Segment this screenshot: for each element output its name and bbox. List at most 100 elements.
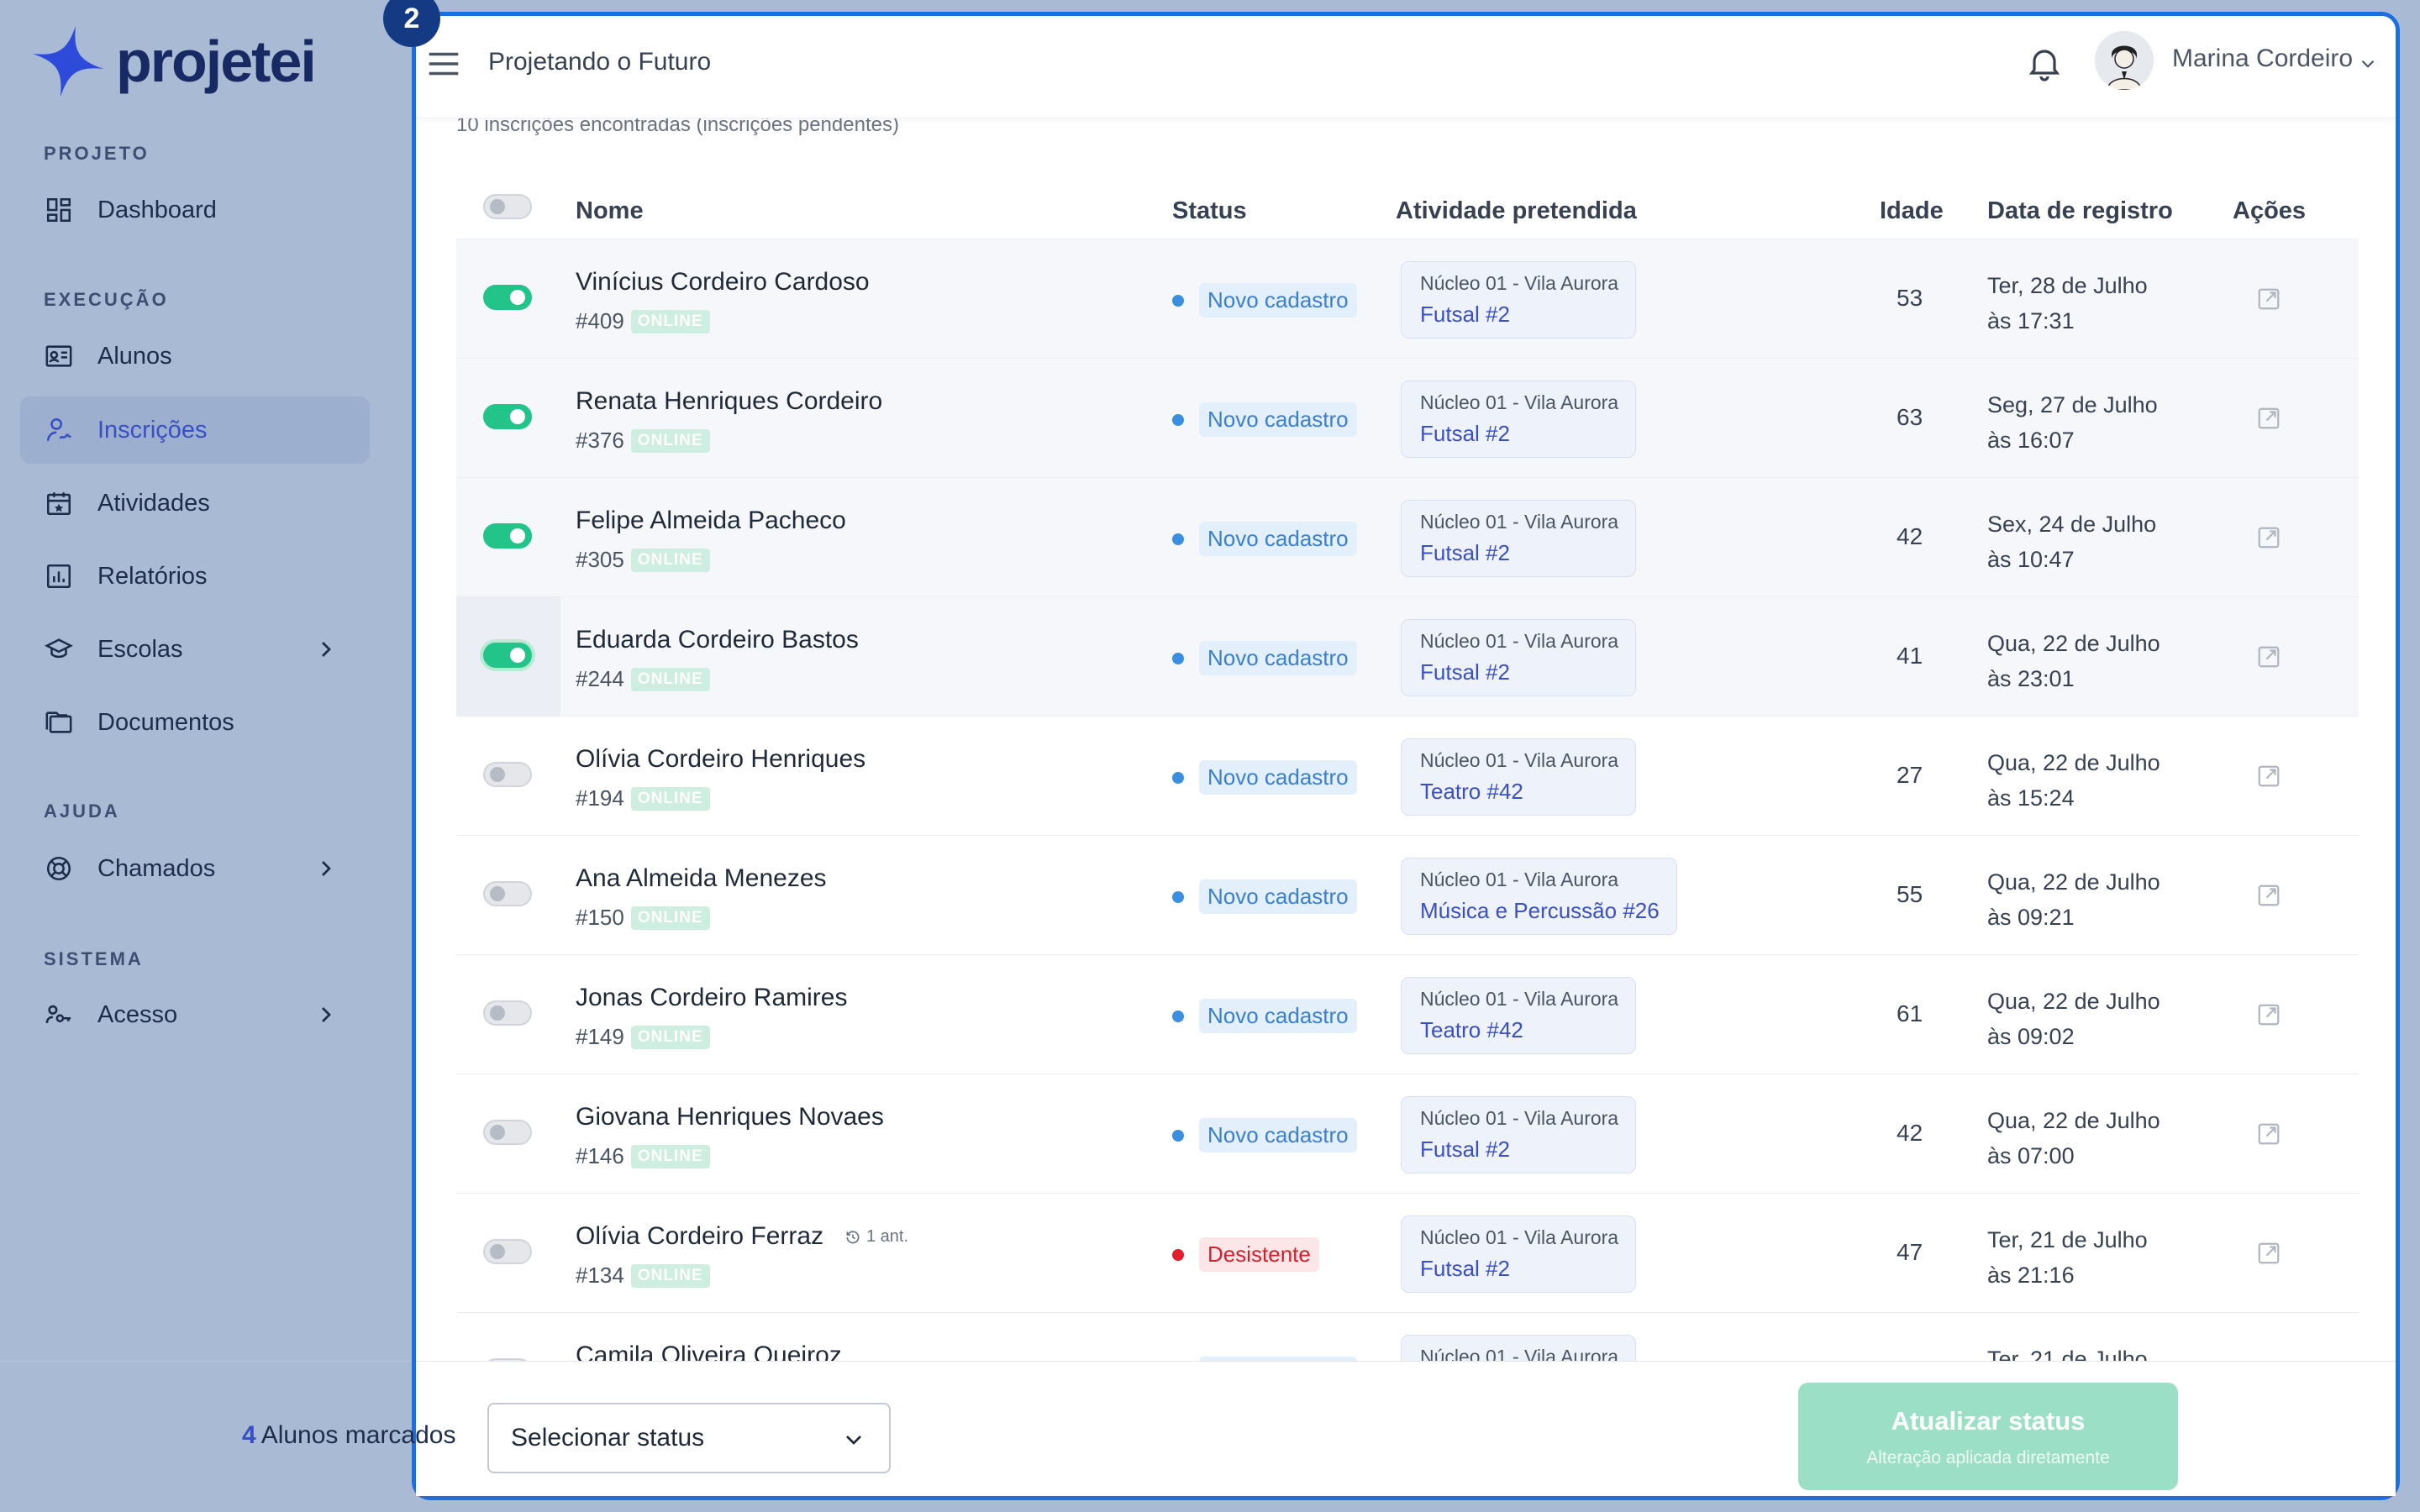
student-id: #194 bbox=[576, 785, 624, 811]
sidebar-item-documentos[interactable]: Documentos bbox=[20, 689, 370, 756]
external-link-icon[interactable] bbox=[2256, 883, 2281, 908]
chevron-down-icon[interactable] bbox=[2357, 53, 2379, 75]
activity-name[interactable]: Teatro #42 bbox=[1420, 1017, 1618, 1043]
student-name[interactable]: Felipe Almeida Pacheco bbox=[576, 507, 846, 535]
activity-name[interactable]: Futsal #2 bbox=[1420, 1137, 1618, 1163]
registration-date-time: às 17:31 bbox=[1987, 308, 2075, 333]
project-name: Projetando o Futuro bbox=[488, 48, 712, 76]
row-select-toggle[interactable] bbox=[483, 1120, 532, 1145]
main-panel: Projetando o Futuro Marina Cordeiro 10 i… bbox=[412, 12, 2400, 1500]
registration-date: Qua, 22 de Julho às 23:01 bbox=[1987, 626, 2160, 696]
sidebar-item-inscricoes[interactable]: Inscrições bbox=[20, 396, 370, 464]
external-link-icon[interactable] bbox=[2256, 764, 2281, 789]
student-name[interactable]: Olívia Cordeiro Henriques bbox=[576, 745, 865, 774]
table-row[interactable]: Olívia Cordeiro Ferraz 1 ant. #134 ONLIN… bbox=[456, 1194, 2359, 1313]
external-link-icon[interactable] bbox=[2256, 644, 2281, 669]
section-label-sistema: SISTEMA bbox=[44, 948, 144, 969]
user-name[interactable]: Marina Cordeiro bbox=[2172, 45, 2353, 73]
table-row[interactable]: Renata Henriques Cordeiro #376 ONLINE No… bbox=[456, 359, 2359, 478]
column-header-name[interactable]: Nome bbox=[576, 197, 644, 225]
table-row[interactable]: Felipe Almeida Pacheco #305 ONLINE Novo … bbox=[456, 478, 2359, 597]
brand-logo[interactable]: projetei bbox=[30, 24, 317, 99]
table-row[interactable]: Olívia Cordeiro Henriques #194 ONLINE No… bbox=[456, 717, 2359, 836]
activity-card: Núcleo 01 - Vila Aurora Futsal #2 bbox=[1401, 619, 1637, 696]
student-name[interactable]: Vinícius Cordeiro Cardoso bbox=[576, 268, 870, 297]
status-label: Novo cadastro bbox=[1199, 283, 1357, 318]
online-badge: ONLINE bbox=[630, 548, 710, 572]
registration-date-day: Ter, 21 de Julho bbox=[1987, 1227, 2148, 1252]
row-select-toggle[interactable] bbox=[483, 881, 532, 906]
table-row[interactable]: Eduarda Cordeiro Bastos #244 ONLINE Novo… bbox=[456, 597, 2359, 717]
column-header-age[interactable]: Idade bbox=[1880, 197, 1944, 225]
row-select-toggle[interactable] bbox=[483, 1239, 532, 1264]
external-link-icon[interactable] bbox=[2256, 1241, 2281, 1266]
online-badge: ONLINE bbox=[630, 786, 710, 811]
activity-nucleo: Núcleo 01 - Vila Aurora bbox=[1420, 1107, 1619, 1129]
activity-name[interactable]: Teatro #42 bbox=[1420, 779, 1618, 805]
avatar[interactable] bbox=[2095, 31, 2154, 90]
activity-name[interactable]: Música e Percussão #26 bbox=[1420, 898, 1660, 924]
table-row[interactable]: Jonas Cordeiro Ramires #149 ONLINE Novo … bbox=[456, 955, 2359, 1074]
external-link-icon[interactable] bbox=[2256, 286, 2281, 312]
sidebar-item-chamados[interactable]: Chamados bbox=[20, 835, 370, 902]
hamburger-menu-icon[interactable] bbox=[424, 45, 463, 83]
external-link-icon[interactable] bbox=[2256, 406, 2281, 431]
table-row[interactable]: Vinícius Cordeiro Cardoso #409 ONLINE No… bbox=[456, 239, 2359, 359]
sidebar-item-atividades[interactable]: Atividades bbox=[20, 470, 370, 537]
brand-name: projetei bbox=[116, 29, 317, 94]
row-select-toggle[interactable] bbox=[483, 643, 532, 668]
sidebar-item-alunos[interactable]: Alunos bbox=[20, 323, 370, 390]
row-select-toggle[interactable] bbox=[483, 1000, 532, 1026]
table-row[interactable]: Ana Almeida Menezes #150 ONLINE Novo cad… bbox=[456, 836, 2359, 955]
student-name[interactable]: Renata Henriques Cordeiro bbox=[576, 387, 882, 416]
row-select-toggle[interactable] bbox=[483, 762, 532, 787]
student-age: 41 bbox=[1897, 643, 1923, 669]
student-name[interactable]: Olívia Cordeiro Ferraz bbox=[576, 1222, 823, 1251]
row-select-toggle[interactable] bbox=[483, 404, 532, 429]
previous-registrations-badge[interactable]: 1 ant. bbox=[844, 1227, 908, 1247]
external-link-icon[interactable] bbox=[2256, 525, 2281, 550]
marked-count-label: 4 Alunos marcados bbox=[242, 1421, 455, 1450]
row-select-toggle[interactable] bbox=[483, 285, 532, 310]
student-name[interactable]: Jonas Cordeiro Ramires bbox=[576, 984, 847, 1012]
table-body: Vinícius Cordeiro Cardoso #409 ONLINE No… bbox=[456, 239, 2359, 1432]
row-select-cell bbox=[456, 1194, 560, 1312]
student-id-line: #244 ONLINE bbox=[576, 666, 710, 692]
table-row[interactable]: Giovana Henriques Novaes #146 ONLINE Nov… bbox=[456, 1074, 2359, 1194]
column-header-date[interactable]: Data de registro bbox=[1987, 197, 2173, 225]
status-dot bbox=[1172, 652, 1184, 664]
select-all-toggle[interactable] bbox=[483, 194, 532, 219]
status-badge: Novo cadastro bbox=[1172, 402, 1357, 437]
chevron-right-icon bbox=[322, 1007, 331, 1022]
user-signature-icon bbox=[44, 415, 74, 445]
student-name[interactable]: Eduarda Cordeiro Bastos bbox=[576, 626, 859, 654]
external-link-icon[interactable] bbox=[2256, 1121, 2281, 1147]
sidebar-item-dashboard[interactable]: Dashboard bbox=[20, 176, 370, 244]
external-link-icon[interactable] bbox=[2256, 1002, 2281, 1027]
row-select-cell bbox=[456, 359, 560, 477]
sidebar-item-escolas[interactable]: Escolas bbox=[20, 616, 370, 683]
student-name[interactable]: Giovana Henriques Novaes bbox=[576, 1103, 884, 1131]
status-dot bbox=[1172, 1010, 1184, 1022]
student-name[interactable]: Ana Almeida Menezes bbox=[576, 864, 827, 893]
activity-name[interactable]: Futsal #2 bbox=[1420, 1256, 1618, 1282]
online-badge: ONLINE bbox=[630, 1025, 710, 1049]
online-badge: ONLINE bbox=[630, 906, 710, 930]
column-header-activity[interactable]: Atividade pretendida bbox=[1396, 197, 1637, 225]
activity-name[interactable]: Futsal #2 bbox=[1420, 659, 1618, 685]
registration-date-day: Ter, 28 de Julho bbox=[1987, 273, 2148, 298]
activity-name[interactable]: Futsal #2 bbox=[1420, 540, 1618, 566]
bell-icon[interactable] bbox=[2024, 43, 2065, 83]
bar-chart-icon bbox=[44, 561, 74, 591]
status-label: Novo cadastro bbox=[1199, 402, 1357, 437]
activity-name[interactable]: Futsal #2 bbox=[1420, 421, 1618, 447]
activity-nucleo: Núcleo 01 - Vila Aurora bbox=[1420, 749, 1619, 771]
sidebar-item-acesso[interactable]: Acesso bbox=[20, 981, 370, 1048]
activity-name[interactable]: Futsal #2 bbox=[1420, 302, 1618, 328]
status-select[interactable]: Selecionar status bbox=[487, 1403, 891, 1473]
activity-nucleo: Núcleo 01 - Vila Aurora bbox=[1420, 630, 1619, 652]
column-header-status[interactable]: Status bbox=[1172, 197, 1247, 225]
update-status-button[interactable]: Atualizar status Alteração aplicada dire… bbox=[1798, 1383, 2178, 1490]
row-select-toggle[interactable] bbox=[483, 523, 532, 549]
sidebar-item-relatorios[interactable]: Relatórios bbox=[20, 543, 370, 610]
